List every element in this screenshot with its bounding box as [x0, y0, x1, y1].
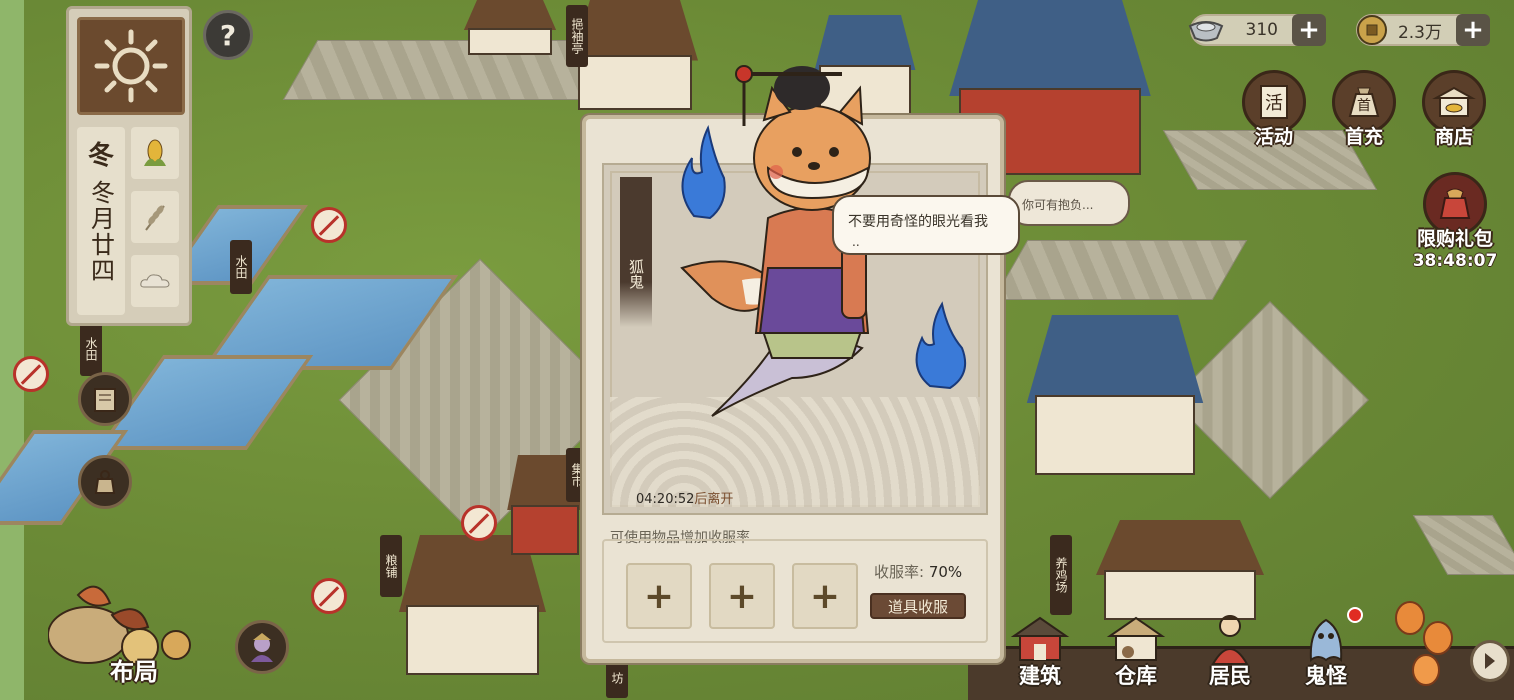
sign-paddy: 水田 — [80, 322, 102, 376]
svg-text:活: 活 — [1265, 93, 1283, 114]
ghost-speech-text: 不要用奇怪的眼光看我 — [848, 214, 988, 230]
copper-coin-icon — [1352, 10, 1392, 50]
npc-speech-bubble: 你可有抱负... — [1008, 180, 1130, 226]
leave-time-suffix: 后离开 — [694, 492, 734, 507]
book-icon[interactable] — [78, 372, 132, 426]
sun-weather-icon — [77, 17, 185, 115]
leave-countdown: 04:20:52后离开 — [636, 488, 733, 507]
chicken-farm-building[interactable] — [1080, 520, 1280, 620]
warehouse-icon — [1106, 610, 1166, 666]
leave-time-value: 04:20:52 — [636, 492, 695, 507]
item-slot-2[interactable]: + — [709, 563, 775, 629]
items-panel: + + + 收服率: 70% 道具收服 — [602, 539, 988, 643]
chevron-right-icon — [1485, 653, 1495, 669]
item-capture-button[interactable]: 道具收服 — [870, 593, 966, 619]
nav-warehouse-label: 仓库 — [1115, 664, 1157, 688]
building[interactable] — [455, 0, 565, 55]
no-worker-icon[interactable] — [311, 578, 347, 614]
ghost-speech-bubble: 不要用奇怪的眼光看我 .. — [832, 195, 1020, 255]
sky-lanterns-decoration — [1395, 601, 1453, 686]
sign-pavilion: 挹袖亭 — [566, 5, 588, 67]
add-coins-button[interactable]: + — [1456, 14, 1490, 46]
nav-residents[interactable]: 居民 — [1190, 610, 1270, 690]
sign-paddy: 水田 — [230, 240, 252, 294]
capture-rate: 收服率: 70% — [874, 561, 962, 582]
item-slot-1[interactable]: + — [626, 563, 692, 629]
silver-counter: 310 + — [1188, 14, 1326, 46]
add-item-icon: + — [643, 575, 675, 617]
sign-grain-shop: 粮铺 — [380, 535, 402, 597]
activity-label: 活动 — [1254, 126, 1293, 148]
notification-dot — [1347, 607, 1363, 623]
grain-shop-building[interactable] — [385, 535, 560, 675]
nav-ghosts-label: 鬼怪 — [1305, 664, 1347, 688]
capture-rate-value: 70% — [928, 563, 963, 581]
first-recharge-button[interactable]: 首 首充 — [1327, 70, 1401, 149]
stone-path — [992, 240, 1248, 300]
no-worker-icon[interactable] — [13, 356, 49, 392]
limited-pack-label: 限购礼包 — [1416, 228, 1493, 250]
help-question-icon: ? — [219, 18, 237, 52]
activity-button[interactable]: 活 活动 — [1237, 70, 1311, 149]
build-house-icon — [1010, 610, 1070, 666]
add-item-icon: + — [726, 575, 758, 617]
no-worker-icon[interactable] — [311, 207, 347, 243]
expand-arrow-button[interactable] — [1470, 640, 1510, 682]
no-worker-icon[interactable] — [461, 505, 497, 541]
limited-pack-timer: 38:48:07 — [1412, 251, 1498, 271]
npc-speech-text: 你可有抱负... — [1022, 198, 1094, 212]
layout-label: 布局 — [110, 658, 158, 686]
coin-counter: 2.3万 + — [1356, 14, 1490, 46]
stone-path — [1412, 515, 1514, 575]
silver-ingot-icon — [1186, 10, 1226, 50]
nav-build[interactable]: 建筑 — [1000, 610, 1080, 690]
calendar-panel: 冬 冬月廿四 — [66, 6, 192, 326]
ghost-speech-dots: .. — [852, 235, 860, 249]
item-slot-3[interactable]: + — [792, 563, 858, 629]
svg-text:首: 首 — [1357, 98, 1371, 114]
shop-button[interactable]: 商店 — [1417, 70, 1491, 149]
help-button[interactable]: ? — [203, 10, 253, 60]
capture-rate-label: 收服率: — [874, 563, 925, 581]
first-recharge-label: 首充 — [1344, 126, 1383, 148]
sign-chicken-farm: 养鸡场 — [1050, 535, 1072, 615]
nav-warehouse[interactable]: 仓库 — [1096, 610, 1176, 690]
cloud-icon — [131, 255, 179, 307]
resident-person-icon — [1200, 610, 1260, 666]
bag-icon[interactable] — [78, 455, 132, 509]
sign-workshop: 坊 — [606, 658, 628, 698]
season-label: 冬 — [87, 141, 114, 171]
villager-avatar-icon[interactable] — [235, 620, 289, 674]
season-date-column: 冬 冬月廿四 — [77, 127, 125, 315]
nav-build-label: 建筑 — [1019, 664, 1061, 688]
crop-wheat-icon — [131, 191, 179, 243]
ghost-name-tag: 狐鬼 — [620, 177, 652, 327]
limited-pack-button[interactable]: 限购礼包 38:48:07 — [1400, 172, 1510, 271]
crop-corn-icon — [131, 127, 179, 179]
nav-residents-label: 居民 — [1209, 664, 1251, 688]
add-item-icon: + — [809, 575, 841, 617]
building[interactable] — [1010, 315, 1220, 475]
add-silver-button[interactable]: + — [1292, 14, 1326, 46]
shop-label: 商店 — [1434, 126, 1473, 148]
lunar-date: 冬月廿四 — [86, 180, 115, 284]
screen-edge-strip — [0, 0, 24, 700]
